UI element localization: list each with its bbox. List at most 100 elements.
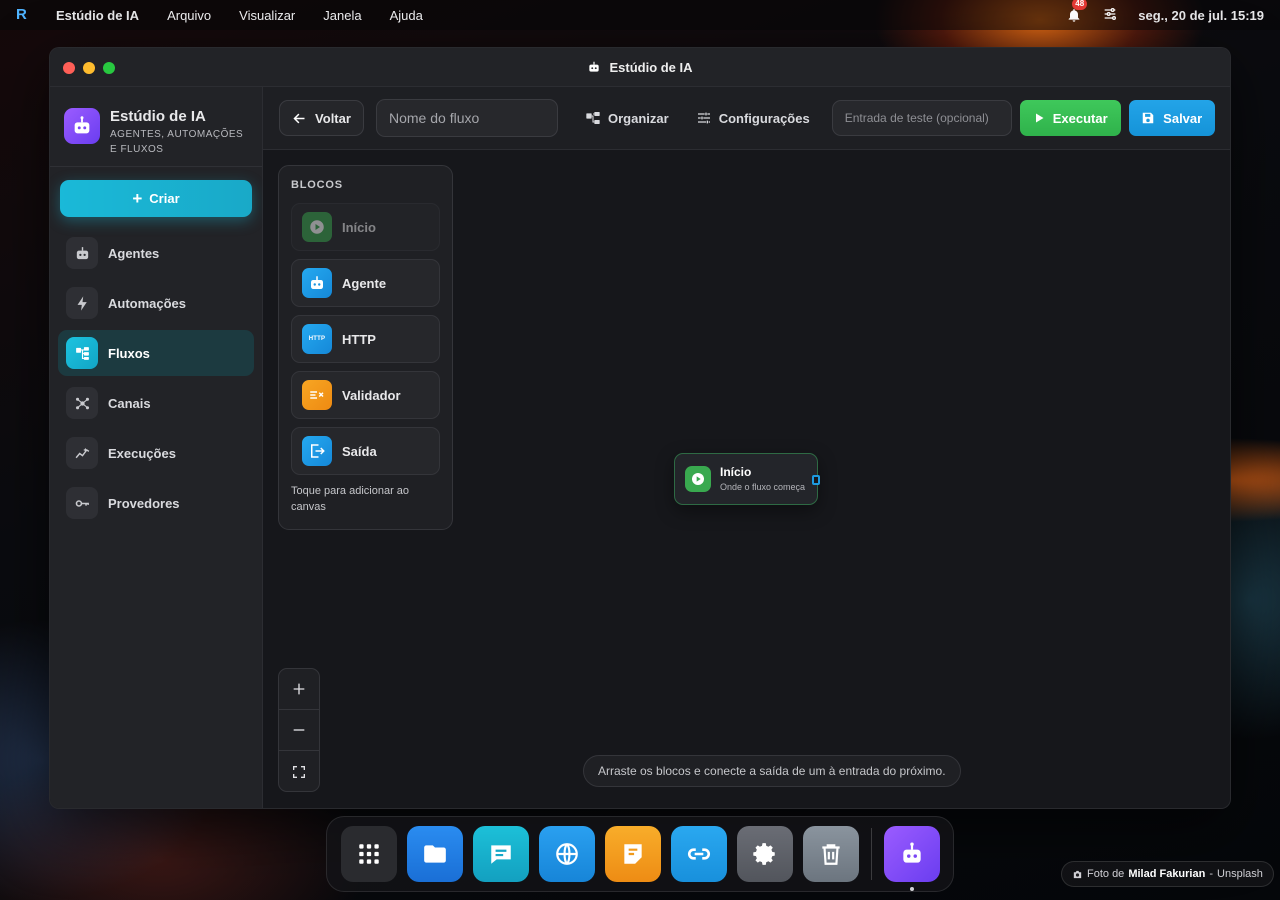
system-logo-icon[interactable]: R	[16, 6, 34, 24]
toolbar: Voltar Organizar Configurações Executar …	[263, 87, 1230, 150]
settings-button[interactable]: Configurações	[696, 110, 810, 126]
menu-janela[interactable]: Janela	[323, 8, 361, 23]
key-icon	[66, 487, 98, 519]
sidebar-item-fluxos[interactable]: Fluxos	[58, 330, 254, 376]
sidebar-item-label: Agentes	[108, 245, 160, 261]
blocks-hint: Toque para adicionar ao canvas	[291, 485, 410, 513]
sidebar: Estúdio de IA AGENTES, AUTOMAÇÕES E FLUX…	[50, 87, 263, 808]
sidebar-item-label: Provedores	[108, 495, 180, 511]
fit-view-button[interactable]	[279, 751, 319, 792]
brand-title: Estúdio de IA	[110, 108, 206, 125]
photo-credit[interactable]: Foto de Milad Fakurian - Unsplash	[1061, 861, 1274, 887]
bolt-icon	[66, 287, 98, 319]
test-input-field[interactable]	[831, 100, 1012, 136]
zoom-controls	[278, 668, 320, 792]
camera-icon	[1073, 870, 1082, 878]
credit-author[interactable]: Milad Fakurian	[1128, 868, 1205, 880]
dock-app-grid-icon[interactable]	[341, 826, 397, 882]
sidebar-item-automacoes[interactable]: Automações	[58, 280, 254, 326]
dock	[326, 816, 954, 892]
dock-robot-icon[interactable]	[884, 826, 940, 891]
blocks-title: BLOCOS	[291, 179, 343, 191]
clock[interactable]: seg., 20 de jul. 15:19	[1138, 8, 1264, 23]
dock-separator	[871, 828, 872, 880]
save-button-label: Salvar	[1163, 110, 1203, 126]
block-label: Agente	[342, 275, 387, 291]
flow-icon	[66, 337, 98, 369]
floppy-disk-icon	[1142, 112, 1154, 124]
back-button[interactable]: Voltar	[279, 100, 364, 136]
organize-icon	[586, 112, 600, 124]
node-output-port[interactable]	[812, 475, 820, 485]
zoom-out-button[interactable]	[279, 710, 319, 751]
play-icon	[1035, 113, 1044, 123]
chart-icon	[66, 437, 98, 469]
settings-button-label: Configurações	[718, 110, 810, 126]
dock-trash-icon[interactable]	[803, 826, 859, 882]
notification-bell-icon[interactable]: 48	[1066, 0, 1088, 23]
minimize-window-button[interactable]	[83, 62, 95, 74]
block-http[interactable]: HTTP HTTP	[291, 315, 440, 363]
zoom-in-button[interactable]	[279, 669, 319, 710]
sliders-icon	[697, 112, 710, 124]
block-label: Validador	[342, 387, 401, 403]
block-agente[interactable]: Agente	[291, 259, 440, 307]
close-window-button[interactable]	[63, 62, 75, 74]
maximize-window-button[interactable]	[103, 62, 115, 74]
fullscreen-icon	[293, 765, 305, 778]
http-icon: HTTP	[302, 324, 332, 354]
credit-separator: -	[1209, 868, 1214, 880]
menu-visualizar[interactable]: Visualizar	[239, 8, 295, 23]
block-label: HTTP	[342, 331, 376, 347]
robot-icon	[66, 237, 98, 269]
robot-icon	[302, 268, 332, 298]
validator-icon	[302, 380, 332, 410]
menu-arquivo[interactable]: Arquivo	[167, 8, 211, 23]
window-controls	[63, 62, 115, 74]
arrow-left-icon	[293, 113, 305, 123]
running-indicator	[910, 887, 914, 891]
dock-folder-icon[interactable]	[407, 826, 463, 882]
flow-canvas[interactable]: BLOCOS Início Agente HTTP HTTP Validador…	[263, 150, 1230, 808]
minus-icon	[293, 729, 305, 731]
block-validador[interactable]: Validador	[291, 371, 440, 419]
window-title-text: Estúdio de IA	[609, 59, 693, 75]
dock-link-icon[interactable]	[671, 826, 727, 882]
back-button-label: Voltar	[315, 110, 351, 126]
play-circle-icon	[302, 212, 332, 242]
control-center-icon[interactable]	[1102, 6, 1118, 25]
flow-node-inicio[interactable]: Início Onde o fluxo começa	[674, 453, 820, 505]
menu-ajuda[interactable]: Ajuda	[390, 8, 423, 23]
hub-icon	[66, 387, 98, 419]
credit-source[interactable]: Unsplash	[1217, 868, 1263, 880]
sidebar-item-provedores[interactable]: Provedores	[58, 480, 254, 526]
block-inicio[interactable]: Início	[291, 203, 440, 251]
organize-button[interactable]: Organizar	[585, 110, 669, 126]
dock-gear-icon[interactable]	[737, 826, 793, 882]
dock-chat-icon[interactable]	[473, 826, 529, 882]
dock-notes-icon[interactable]	[605, 826, 661, 882]
sidebar-nav: Agentes Automações Fluxos Canais Execuçõ…	[50, 230, 262, 526]
sidebar-item-execucoes[interactable]: Execuções	[58, 430, 254, 476]
plus-icon	[293, 683, 305, 695]
blocks-panel: BLOCOS Início Agente HTTP HTTP Validador…	[278, 165, 453, 530]
create-button-label: Criar	[149, 191, 180, 206]
menu-bar: R Estúdio de IA Arquivo Visualizar Janel…	[0, 0, 1280, 30]
save-button[interactable]: Salvar	[1128, 100, 1215, 136]
sidebar-item-label: Execuções	[108, 445, 176, 461]
brand-subtitle: AGENTES, AUTOMAÇÕES E FLUXOS	[110, 129, 244, 155]
play-circle-icon	[685, 466, 711, 492]
create-button[interactable]: + Criar	[60, 180, 252, 217]
dock-globe-icon[interactable]	[539, 826, 595, 882]
sidebar-item-agentes[interactable]: Agentes	[58, 230, 254, 276]
run-button[interactable]: Executar	[1019, 100, 1121, 136]
run-button-label: Executar	[1052, 110, 1108, 126]
node-subtitle: Onde o fluxo começa	[720, 482, 806, 492]
window-titlebar[interactable]: Estúdio de IA	[50, 48, 1230, 87]
block-saida[interactable]: Saída	[291, 427, 440, 475]
canvas-hint: Arraste os blocos e conecte a saída de u…	[583, 755, 961, 787]
menu-app-name[interactable]: Estúdio de IA	[56, 8, 139, 23]
http-icon-text: HTTP	[308, 336, 326, 342]
sidebar-item-canais[interactable]: Canais	[58, 380, 254, 426]
flow-name-input[interactable]	[376, 99, 558, 137]
